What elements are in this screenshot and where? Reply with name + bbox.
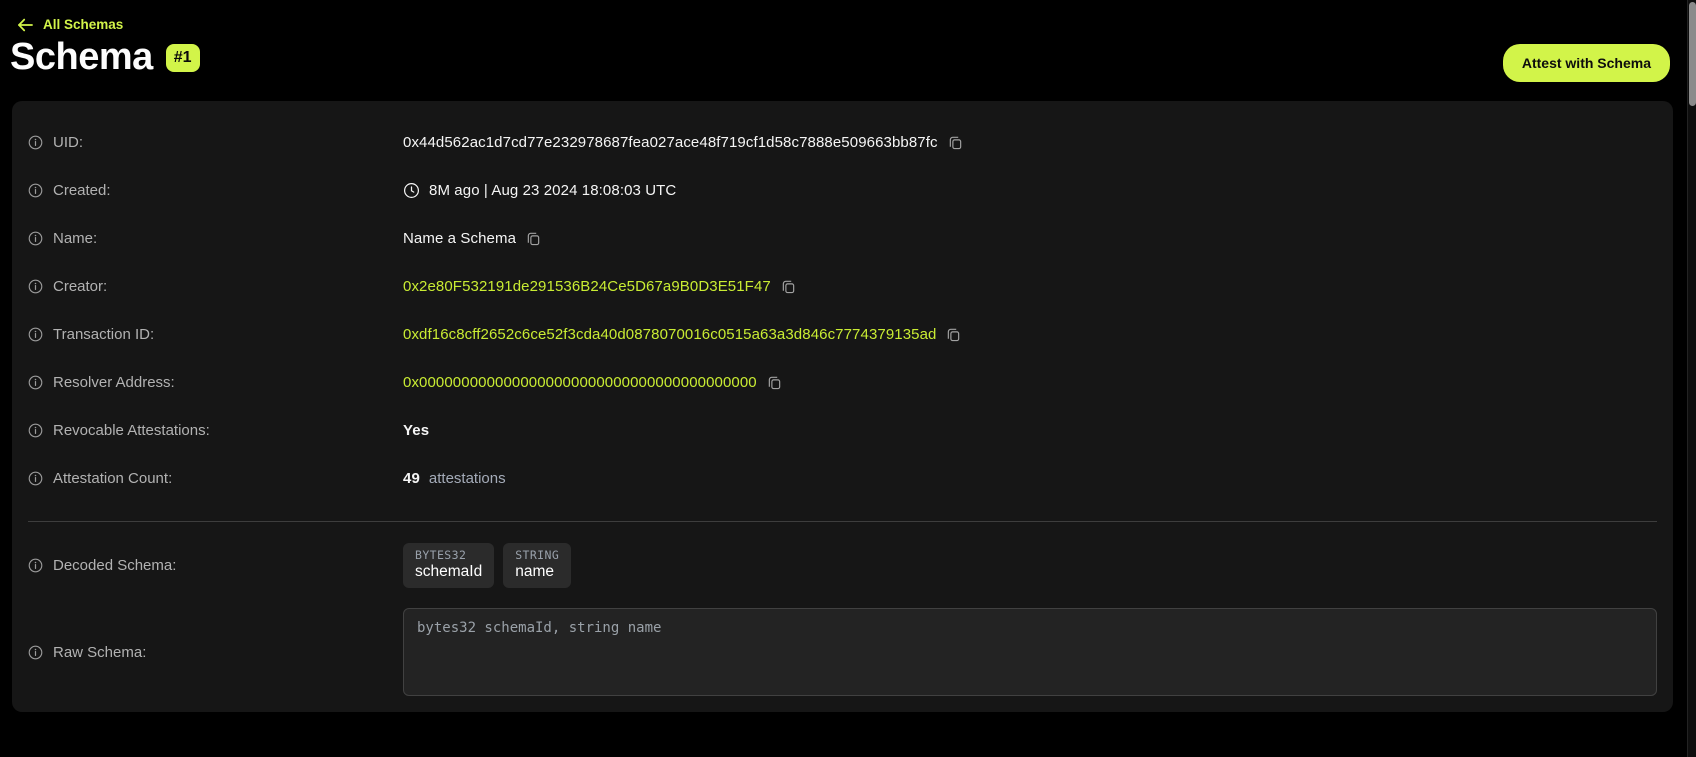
field-label: Raw Schema: (53, 644, 146, 661)
copy-icon (948, 135, 963, 150)
page-title: Schema (10, 38, 153, 78)
row-label-resolver-address: Resolver Address: (28, 374, 403, 391)
row-created: Created: 8M ago | Aug 23 2024 18:08:03 UT… (28, 166, 1657, 214)
section-divider (28, 521, 1657, 522)
copy-icon[interactable] (526, 231, 541, 246)
schema-field-chip-name: STRINGname (503, 543, 571, 588)
info-icon[interactable] (28, 423, 43, 438)
row-label-transaction-id: Transaction ID: (28, 326, 403, 343)
info-icon[interactable] (28, 279, 43, 294)
schema-detail-card: UID: 0x44d562ac1d7cd77e232978687fea027ace… (12, 101, 1673, 712)
field-value-transaction-id[interactable]: 0xdf16c8cff2652c6ce52f3cda40d0878070016c… (403, 326, 936, 343)
row-transaction-id: Transaction ID: 0xdf16c8cff2652c6ce52f3cd… (28, 310, 1657, 358)
attest-with-schema-button[interactable]: Attest with Schema (1503, 44, 1670, 82)
copy-icon (946, 327, 961, 342)
copy-icon (526, 231, 541, 246)
row-label-raw-schema: Raw Schema: (28, 644, 403, 661)
raw-schema-textarea[interactable]: bytes32 schemaId, string name (403, 608, 1657, 696)
row-raw-schema: Raw Schema: bytes32 schemaId, string nam… (28, 608, 1657, 696)
field-label: UID: (53, 134, 83, 151)
row-revocable-attestations: Revocable Attestations: Yes (28, 406, 1657, 454)
row-label-revocable-attestations: Revocable Attestations: (28, 422, 403, 439)
row-name: Name: Name a Schema (28, 214, 1657, 262)
copy-icon[interactable] (948, 135, 963, 150)
copy-icon[interactable] (946, 327, 961, 342)
field-label: Revocable Attestations: (53, 422, 210, 439)
field-value-uid: 0x44d562ac1d7cd77e232978687fea027ace48f7… (403, 134, 938, 151)
info-icon[interactable] (28, 231, 43, 246)
schema-number-badge: #1 (166, 44, 200, 73)
schema-field-chip-schemaId: BYTES32schemaId (403, 543, 494, 588)
row-decoded-schema: Decoded Schema: BYTES32schemaIdSTRINGnam… (28, 542, 1657, 588)
title-row: Schema #1 (10, 38, 200, 78)
field-label: Attestation Count: (53, 470, 172, 487)
attestations-link[interactable]: attestations (429, 470, 506, 487)
schema-detail-page: All Schemas Schema #1 Attest with Schema… (0, 0, 1696, 757)
info-icon[interactable] (28, 375, 43, 390)
back-link[interactable]: All Schemas (17, 17, 123, 32)
field-label: Transaction ID: (53, 326, 154, 343)
info-icon[interactable] (28, 558, 43, 573)
field-label: Decoded Schema: (53, 557, 176, 574)
chip-field-type: STRING (515, 548, 559, 562)
back-link-label: All Schemas (43, 17, 123, 32)
info-icon[interactable] (28, 471, 43, 486)
chip-field-name: schemaId (415, 563, 482, 581)
field-label: Created: (53, 182, 111, 199)
field-label: Name: (53, 230, 97, 247)
field-label: Resolver Address: (53, 374, 175, 391)
field-value-revocable-attestations: Yes (403, 422, 429, 439)
attestation-count-value: 49 (403, 470, 420, 487)
scrollbar[interactable] (1687, 0, 1696, 757)
field-value-creator[interactable]: 0x2e80F532191de291536B24Ce5D67a9B0D3E51F… (403, 278, 771, 295)
field-value-resolver-address[interactable]: 0x00000000000000000000000000000000000000… (403, 374, 757, 391)
info-icon[interactable] (28, 135, 43, 150)
copy-icon[interactable] (781, 279, 796, 294)
clock-icon (403, 182, 420, 199)
row-uid: UID: 0x44d562ac1d7cd77e232978687fea027ace… (28, 118, 1657, 166)
info-icon[interactable] (28, 183, 43, 198)
row-resolver-address: Resolver Address: 0x000000000000000000000… (28, 358, 1657, 406)
field-label: Creator: (53, 278, 107, 295)
info-icon[interactable] (28, 327, 43, 342)
row-label-decoded-schema: Decoded Schema: (28, 557, 403, 574)
field-value-name: Name a Schema (403, 230, 516, 247)
info-icon[interactable] (28, 645, 43, 660)
chip-field-name: name (515, 563, 559, 581)
schema-field-rows: UID: 0x44d562ac1d7cd77e232978687fea027ace… (28, 118, 1657, 502)
row-label-name: Name: (28, 230, 403, 247)
row-attestation-count: Attestation Count: 49 attestations (28, 454, 1657, 502)
row-label-created: Created: (28, 182, 403, 199)
back-arrow-icon (17, 18, 33, 32)
row-label-attestation-count: Attestation Count: (28, 470, 403, 487)
copy-icon (781, 279, 796, 294)
decoded-schema-fields: BYTES32schemaIdSTRINGname (403, 543, 571, 588)
field-value-created: 8M ago | Aug 23 2024 18:08:03 UTC (429, 182, 676, 199)
row-label-uid: UID: (28, 134, 403, 151)
scrollbar-thumb[interactable] (1689, 2, 1696, 106)
copy-icon[interactable] (767, 375, 782, 390)
copy-icon (767, 375, 782, 390)
row-creator: Creator: 0x2e80F532191de291536B24Ce5D67a9… (28, 262, 1657, 310)
chip-field-type: BYTES32 (415, 548, 482, 562)
row-label-creator: Creator: (28, 278, 403, 295)
